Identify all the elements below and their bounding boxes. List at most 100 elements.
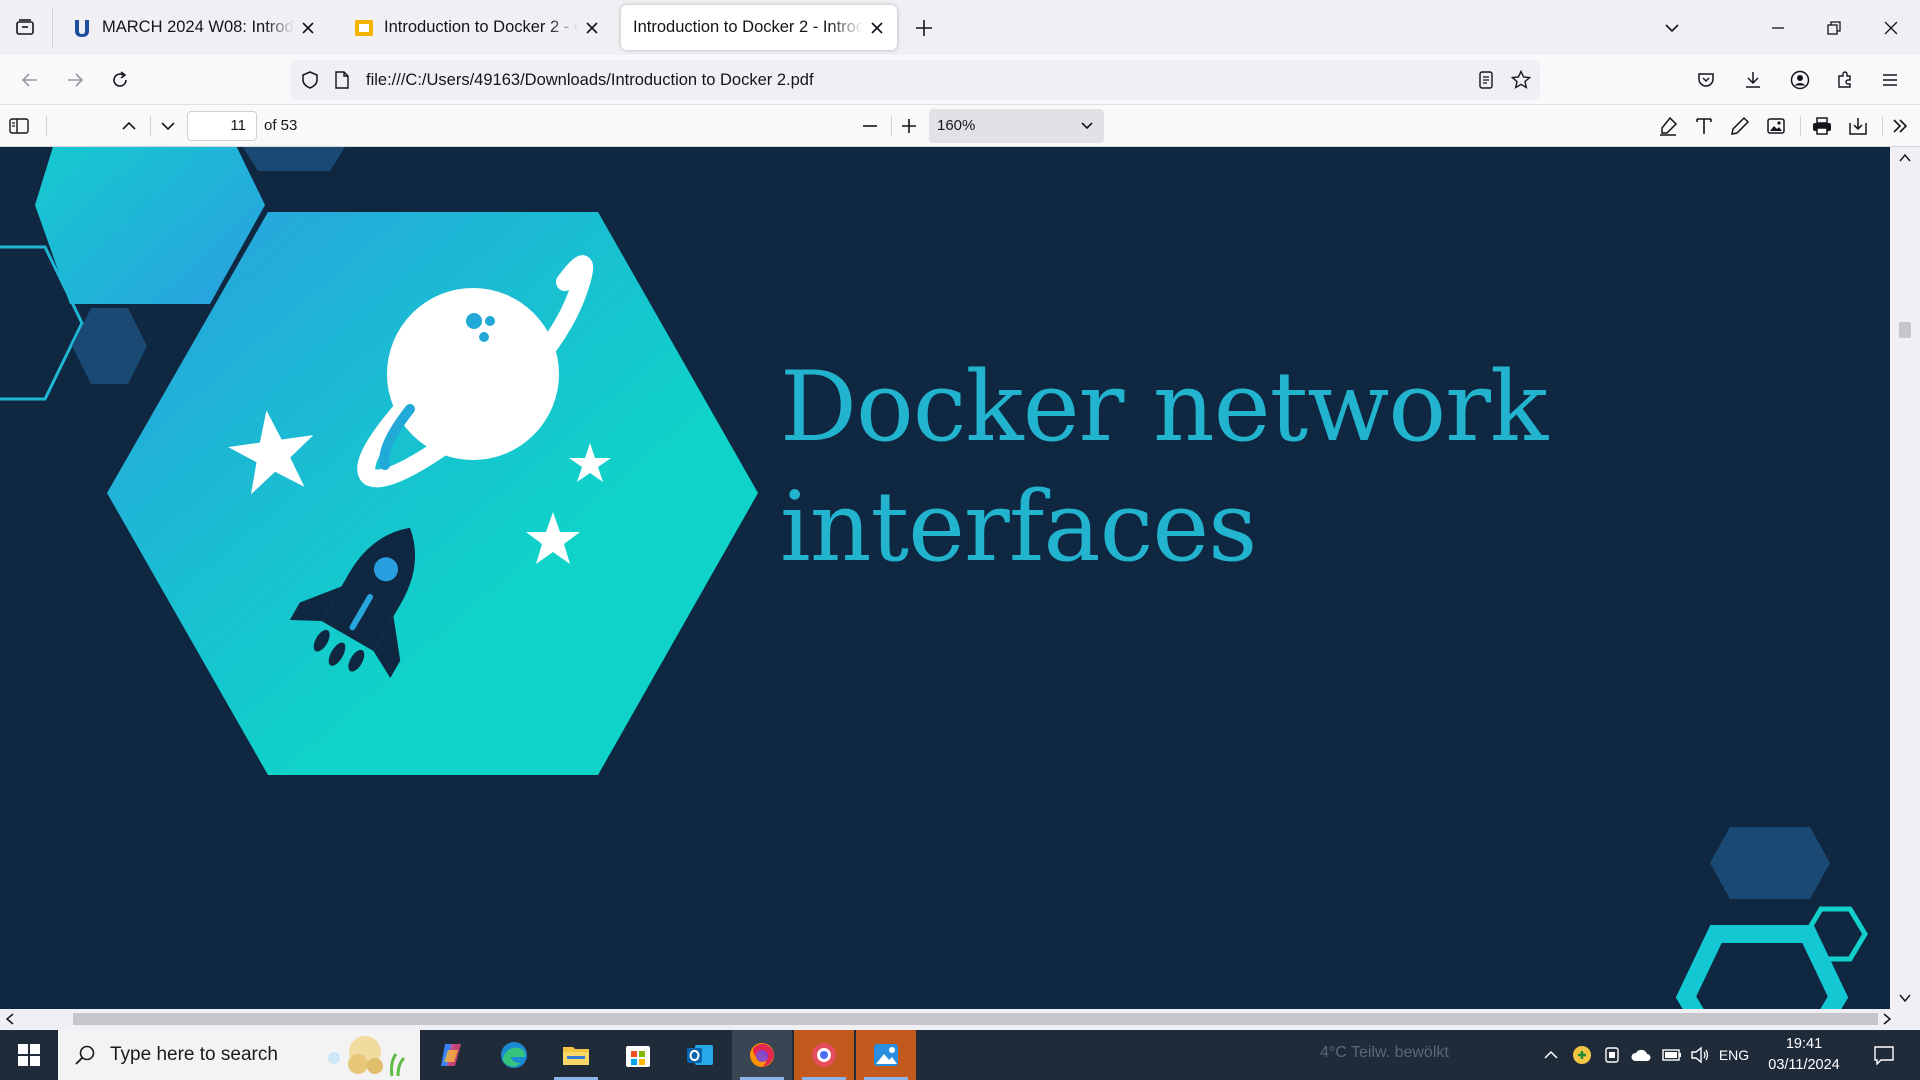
print-button[interactable] [1806, 110, 1838, 142]
u-logo-icon [72, 18, 92, 38]
taskbar-copilot[interactable] [422, 1030, 482, 1080]
account-button[interactable] [1784, 64, 1816, 96]
arrow-left-icon [21, 73, 37, 87]
shield-icon[interactable] [294, 64, 326, 96]
page-count-label: of 53 [264, 117, 298, 134]
taskbar-edge[interactable] [484, 1030, 544, 1080]
tab-introduction-pdf[interactable]: Introduction to Docker 2 - Introduction [621, 5, 897, 50]
search-icon [75, 1045, 95, 1065]
tray-app-icon[interactable] [1570, 1030, 1594, 1080]
tab-google-slides[interactable]: Introduction to Docker 2 - Google Slides [340, 5, 612, 50]
speaker-icon [1691, 1046, 1709, 1064]
tab-separator [52, 8, 53, 48]
scroll-down-arrow-icon[interactable] [1899, 993, 1911, 1003]
close-window-button[interactable] [1871, 8, 1911, 48]
taskbar-firefox[interactable] [732, 1030, 792, 1080]
scrollbar-thumb[interactable] [1899, 322, 1911, 338]
weather-widget[interactable]: 4°C Teilw. bewölkt [1320, 1044, 1449, 1062]
taskbar-outlook[interactable] [670, 1030, 730, 1080]
toolbar-separator [891, 116, 892, 136]
tab-overflow-button[interactable] [1656, 12, 1688, 44]
taskbar-clock[interactable]: 19:41 03/11/2024 [1756, 1034, 1852, 1076]
zoom-value: 160% [937, 117, 976, 134]
battery-icon [1662, 1049, 1681, 1061]
scroll-up-arrow-icon[interactable] [1899, 153, 1911, 163]
menu-button[interactable] [1874, 64, 1906, 96]
notification-icon [1874, 1046, 1894, 1065]
toolbar-separator [150, 116, 151, 136]
address-bar[interactable]: file:///C:/Users/49163/Downloads/Introdu… [290, 60, 1540, 100]
taskbar-file-explorer[interactable] [546, 1030, 606, 1080]
tab-title: MARCH 2024 W08: Introduction [102, 18, 294, 36]
pdf-page-view: Docker network interfaces [0, 147, 1890, 1009]
minimize-button[interactable] [1758, 8, 1798, 48]
scroll-right-arrow-icon[interactable] [1882, 1013, 1892, 1025]
edge-icon [501, 1042, 527, 1068]
zoom-in-button[interactable] [893, 110, 925, 142]
taskbar-chrome-app[interactable] [794, 1030, 854, 1080]
url-text: file:///C:/Users/49163/Downloads/Introdu… [366, 70, 814, 89]
list-all-tabs-button[interactable] [8, 12, 42, 42]
reload-button[interactable] [104, 64, 136, 96]
decorative-hexagon [72, 308, 147, 384]
chevron-up-icon [122, 121, 136, 130]
minimize-icon [1772, 27, 1784, 29]
tray-meet-now[interactable] [1600, 1030, 1624, 1080]
cloud-icon [1631, 1049, 1651, 1061]
extensions-button[interactable] [1829, 64, 1861, 96]
notification-center-button[interactable] [1864, 1030, 1904, 1080]
minus-icon [863, 125, 877, 127]
file-icon[interactable] [326, 64, 358, 96]
highlight-button[interactable] [1652, 110, 1684, 142]
tab-march-2024[interactable]: MARCH 2024 W08: Introduction [58, 5, 328, 50]
draw-button[interactable] [1724, 110, 1756, 142]
save-button[interactable] [1842, 110, 1874, 142]
scroll-left-arrow-icon[interactable] [5, 1013, 15, 1025]
chevron-up-icon [1544, 1050, 1558, 1059]
tray-onedrive[interactable] [1628, 1030, 1654, 1080]
start-button[interactable] [0, 1030, 58, 1080]
show-hidden-icons-button[interactable] [1540, 1030, 1562, 1080]
close-tab-icon[interactable] [867, 18, 887, 38]
restore-icon [1827, 21, 1841, 35]
back-button[interactable] [14, 64, 46, 96]
chevron-down-icon [1081, 122, 1093, 130]
security-shield-icon [1573, 1046, 1591, 1064]
scrollbar-thumb[interactable] [73, 1013, 1878, 1025]
forward-button[interactable] [59, 64, 91, 96]
toolbar-separator [1882, 116, 1883, 136]
horizontal-scrollbar[interactable] [0, 1009, 1920, 1030]
next-page-button[interactable] [152, 110, 184, 142]
tab-title: Introduction to Docker 2 - Google Slides [384, 18, 578, 36]
photos-icon [874, 1044, 898, 1066]
previous-page-button[interactable] [113, 110, 145, 142]
taskbar-search[interactable]: Type here to search [58, 1030, 420, 1080]
tray-language[interactable]: ENG [1716, 1030, 1752, 1080]
highlighter-icon [1660, 116, 1678, 136]
tray-volume[interactable] [1688, 1030, 1712, 1080]
slide-title: Docker network interfaces [780, 347, 1680, 587]
tab-title: Introduction to Docker 2 - Introduction [633, 18, 863, 36]
search-placeholder: Type here to search [110, 1044, 278, 1065]
downloads-button[interactable] [1737, 64, 1769, 96]
restore-button[interactable] [1814, 8, 1854, 48]
folder-icon [563, 1047, 589, 1065]
add-text-button[interactable] [1688, 110, 1720, 142]
reader-view-icon[interactable] [1470, 64, 1502, 96]
new-tab-button[interactable] [908, 12, 940, 44]
tray-battery[interactable] [1660, 1030, 1684, 1080]
vertical-scrollbar[interactable] [1890, 147, 1920, 1009]
taskbar-photos[interactable] [856, 1030, 916, 1080]
add-image-button[interactable] [1760, 110, 1792, 142]
pocket-button[interactable] [1690, 64, 1722, 96]
toggle-sidebar-button[interactable] [3, 110, 35, 142]
tools-button[interactable] [1884, 110, 1916, 142]
zoom-select[interactable]: 160% [929, 109, 1104, 143]
page-number-input[interactable]: 11 [187, 111, 257, 141]
decorative-hexagon [1710, 827, 1830, 899]
zoom-out-button[interactable] [854, 110, 886, 142]
close-tab-icon[interactable] [582, 18, 602, 38]
close-tab-icon[interactable] [298, 18, 318, 38]
bookmark-star-icon[interactable] [1505, 64, 1537, 96]
taskbar-microsoft-store[interactable] [608, 1030, 668, 1080]
